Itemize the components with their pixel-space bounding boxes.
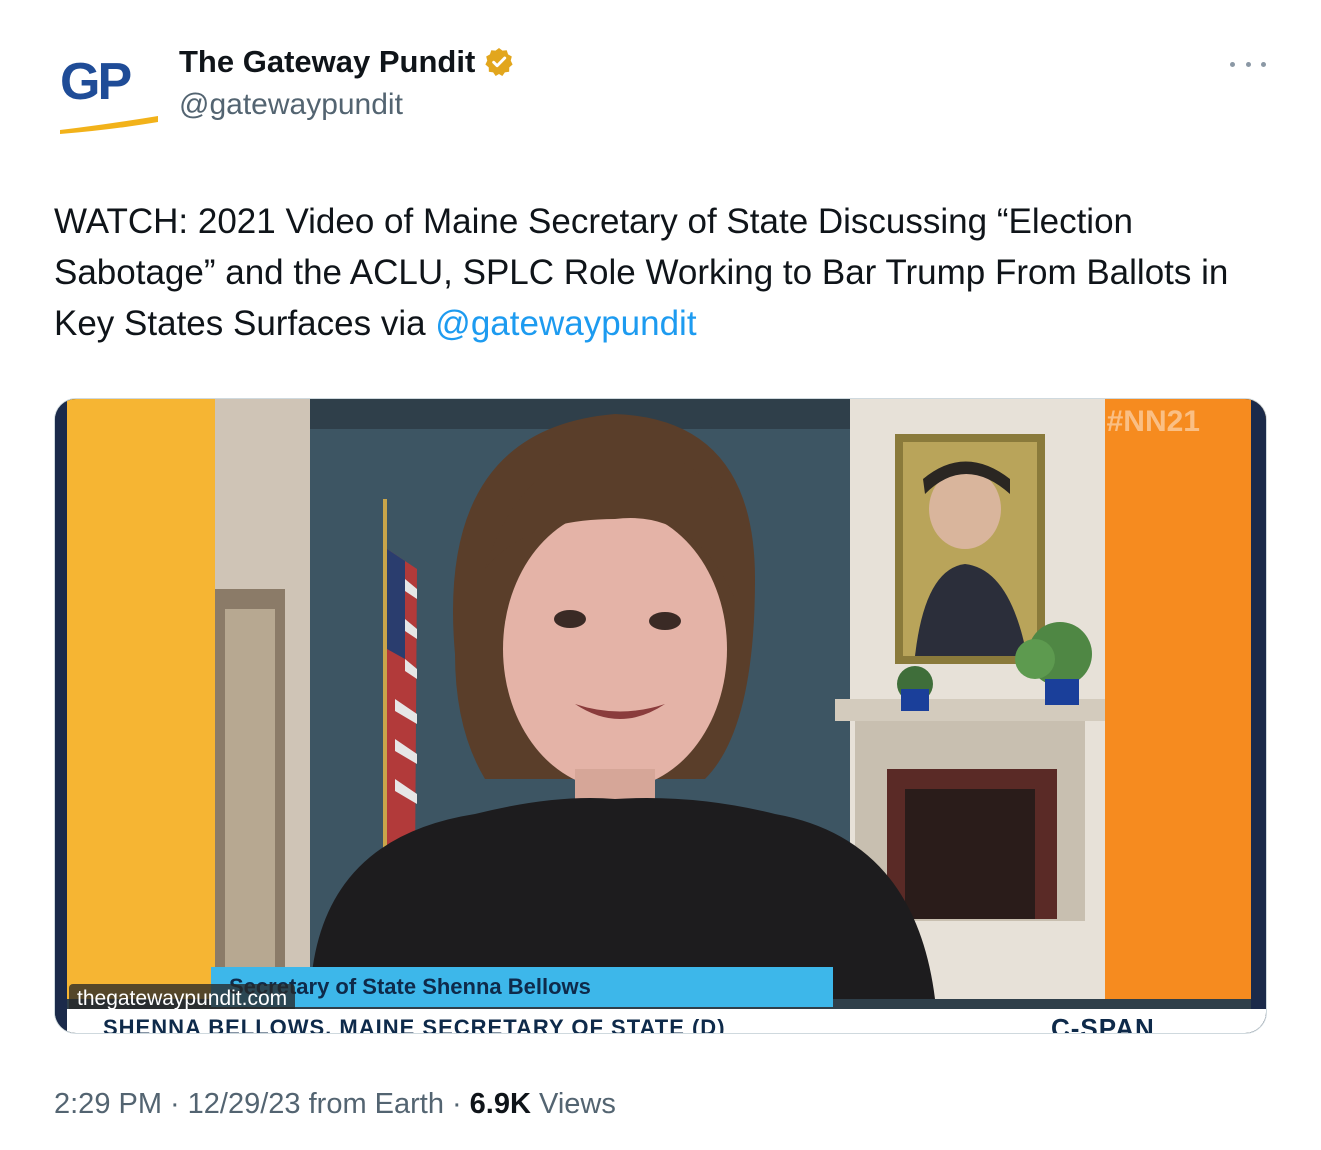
views-count[interactable]: 6.9K Views: [470, 1088, 616, 1121]
video-lower-third: Secretary of State Shenna Bellows: [211, 967, 833, 1007]
author-handle[interactable]: @gatewaypundit: [179, 88, 403, 122]
views-label: Views: [539, 1088, 616, 1120]
avatar-logo-text: GP: [60, 53, 132, 111]
meta-separator: ·: [452, 1088, 462, 1120]
tweet-text: WATCH: 2021 Video of Maine Secretary of …: [54, 196, 1274, 349]
video-chyron-text: SHENNA BELLOWS, MAINE SECRETARY OF STATE…: [103, 1015, 726, 1034]
tweet-video[interactable]: #NN21 Secretary of State Shenna Bellows …: [54, 398, 1267, 1034]
network-logo: C-SPAN: [1051, 1013, 1155, 1034]
tweet-mention-link[interactable]: @gatewaypundit: [435, 304, 696, 343]
tweet-date-source[interactable]: 12/29/23 from Earth: [188, 1088, 444, 1121]
video-frame-image: [55, 399, 1266, 1033]
author-name-row[interactable]: The Gateway Pundit: [179, 44, 515, 80]
logo-swoosh-icon: [60, 116, 158, 134]
views-number: 6.9K: [469, 1088, 531, 1120]
more-options-icon[interactable]: [1230, 52, 1266, 76]
video-hashtag-overlay: #NN21: [1106, 405, 1200, 438]
gold-verified-badge-icon: [485, 48, 513, 76]
tweet-meta: 2:29 PM · 12/29/23 from Earth · 6.9K Vie…: [54, 1088, 616, 1121]
meta-separator: ·: [170, 1088, 180, 1120]
author-avatar[interactable]: GP: [58, 52, 162, 138]
author-name[interactable]: The Gateway Pundit: [179, 44, 475, 80]
tweet-time-link[interactable]: 2:29 PM: [54, 1088, 162, 1121]
